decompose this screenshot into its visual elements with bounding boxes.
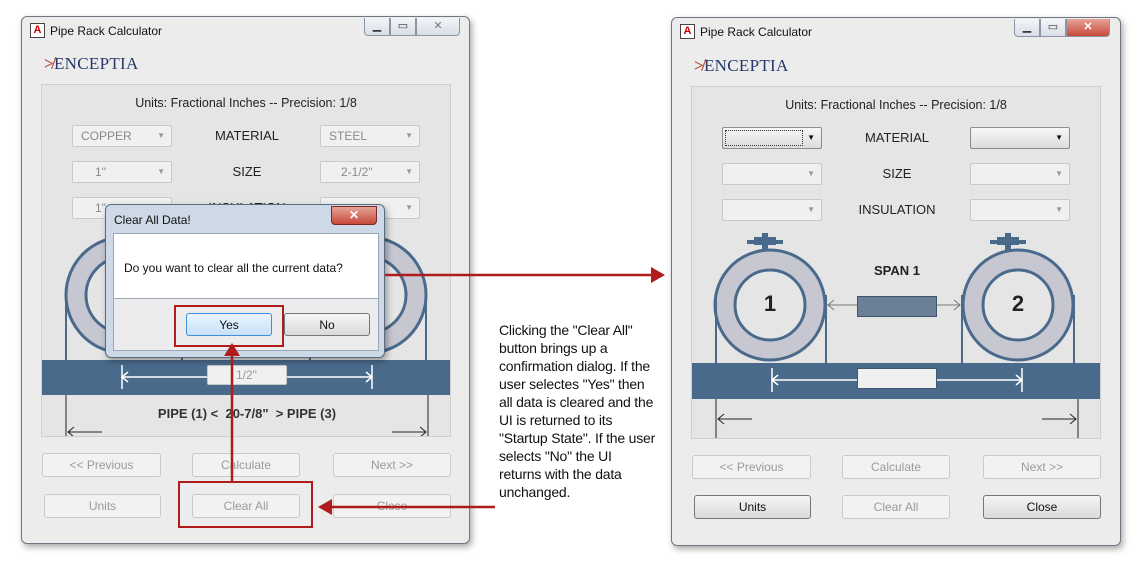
arrow-head-yes (224, 343, 240, 356)
arrow-head-right (651, 267, 665, 283)
annotation-text: Clicking the "Clear All" button brings u… (499, 322, 656, 500)
arrow-head-clear (318, 499, 332, 515)
